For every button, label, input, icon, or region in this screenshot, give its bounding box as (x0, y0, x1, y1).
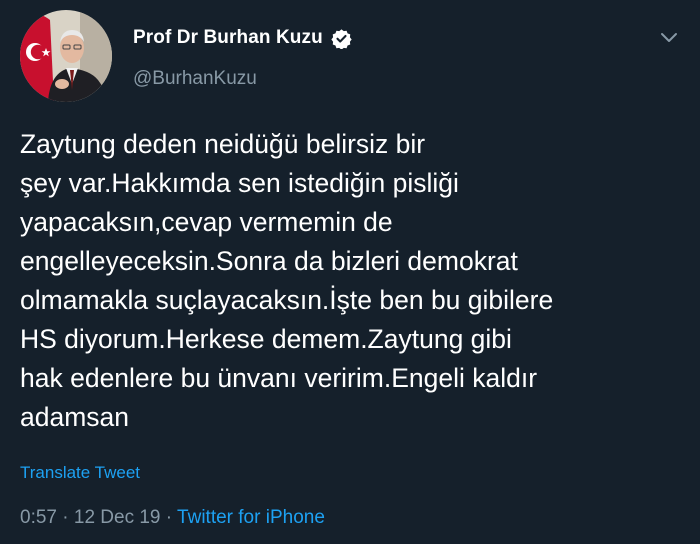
tweet-text-line: olmamakla suçlayacaksın.İşte ben bu gibi… (20, 285, 554, 315)
tweet-text-line: yapacaksın,cevap vermemin de (20, 207, 393, 237)
tweet-text: Zaytung deden neidüğü belirsiz bir şey v… (20, 125, 685, 437)
author-handle[interactable]: @BurhanKuzu (133, 68, 257, 90)
tweet-text-line: Zaytung deden neidüğü belirsiz bir (20, 129, 426, 159)
meta-separator: · (56, 507, 74, 528)
avatar-image (20, 10, 112, 102)
tweet-source-link[interactable]: Twitter for iPhone (177, 507, 325, 528)
tweet-date: 12 Dec 19 (73, 507, 161, 528)
avatar[interactable] (20, 10, 112, 102)
verified-badge-icon (331, 28, 352, 50)
chevron-down-icon[interactable] (656, 26, 682, 48)
meta-separator: · (160, 507, 178, 528)
translate-tweet-link[interactable]: Translate Tweet (20, 463, 140, 483)
tweet-text-line: hak edenlere bu ünvanı veririm.Engeli ka… (20, 363, 538, 393)
tweet-text-line: şey var.Hakkımda sen istediğin pisliği (20, 168, 459, 198)
author-name-row: Prof Dr Burhan Kuzu (133, 25, 352, 51)
author-display-name[interactable]: Prof Dr Burhan Kuzu (133, 27, 323, 49)
tweet-time: 0:57 (20, 507, 57, 528)
tweet-meta: 0:57 · 12 Dec 19 · Twitter for iPhone (20, 507, 325, 529)
tweet-card: Prof Dr Burhan Kuzu @BurhanKuzu Zaytung … (0, 0, 700, 544)
tweet-text-line: engelleyeceksin.Sonra da bizleri demokra… (20, 246, 518, 276)
tweet-text-line: adamsan (20, 402, 130, 432)
tweet-text-line: HS diyorum.Herkese demem.Zaytung gibi (20, 324, 512, 354)
